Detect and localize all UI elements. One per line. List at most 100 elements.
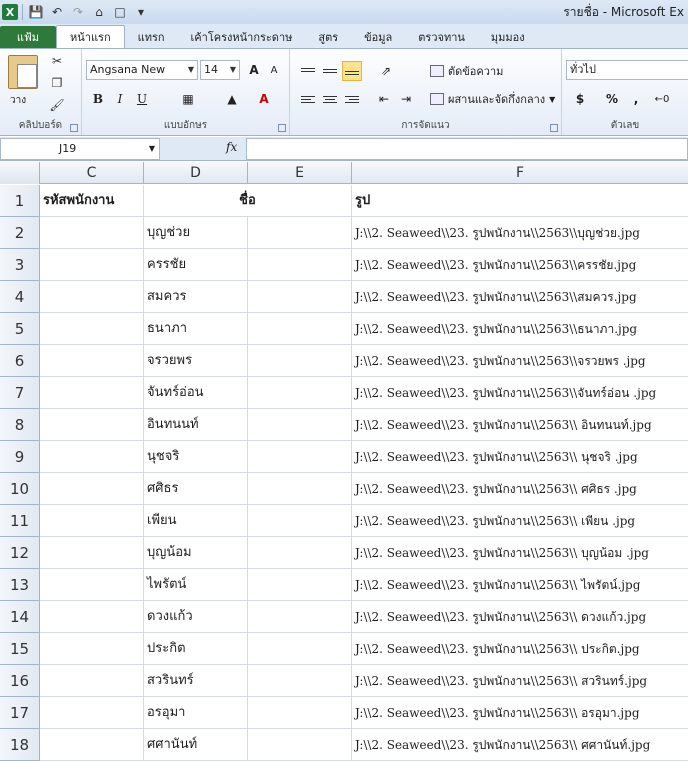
- cut-icon[interactable]: ✂: [48, 53, 66, 69]
- cell-employee-id[interactable]: [40, 409, 144, 441]
- cell-name[interactable]: เพียน: [144, 505, 248, 537]
- cell-picture-path[interactable]: J:\\2. Seaweed\\23. รูปพนักงาน\\2563\\ ศ…: [352, 473, 688, 505]
- percent-button[interactable]: %: [602, 89, 622, 109]
- cell-name[interactable]: นุชจริ: [144, 441, 248, 473]
- undo-icon[interactable]: ↶: [48, 3, 66, 21]
- header-cell-employee-id[interactable]: รหัสพนักงาน: [40, 185, 144, 217]
- borders-icon[interactable]: ▦: [178, 89, 198, 109]
- tab-review[interactable]: ตรวจทาน: [405, 26, 478, 48]
- row-header[interactable]: 13: [0, 569, 40, 601]
- cell-empty-e[interactable]: [248, 729, 352, 761]
- cell-empty-e[interactable]: [248, 505, 352, 537]
- cell-picture-path[interactable]: J:\\2. Seaweed\\23. รูปพนักงาน\\2563\\ ไ…: [352, 569, 688, 601]
- row-header[interactable]: 1: [0, 185, 40, 217]
- cell-empty-e[interactable]: [248, 697, 352, 729]
- increase-indent-icon[interactable]: ⇥: [396, 89, 416, 109]
- chevron-down-icon[interactable]: ▼: [230, 61, 236, 79]
- name-box[interactable]: J19 ▼: [0, 138, 160, 160]
- home-icon[interactable]: ⌂: [90, 3, 108, 21]
- paste-button-label[interactable]: วาง: [10, 93, 26, 108]
- comma-button[interactable]: ,: [626, 89, 646, 109]
- cell-empty-e[interactable]: [248, 249, 352, 281]
- cell-name[interactable]: จันทร์อ่อน: [144, 377, 248, 409]
- grow-font-button[interactable]: A: [244, 60, 264, 80]
- number-format-combo[interactable]: ทั่วไป: [566, 60, 688, 80]
- bold-button[interactable]: B: [88, 89, 108, 109]
- decrease-indent-icon[interactable]: ⇤: [374, 89, 394, 109]
- cell-picture-path[interactable]: J:\\2. Seaweed\\23. รูปพนักงาน\\2563\\ น…: [352, 441, 688, 473]
- copy-icon[interactable]: ❐: [48, 75, 66, 91]
- cell-employee-id[interactable]: [40, 569, 144, 601]
- cell-picture-path[interactable]: J:\\2. Seaweed\\23. รูปพนักงาน\\2563\\ อ…: [352, 409, 688, 441]
- tab-insert[interactable]: แทรก: [125, 26, 178, 48]
- cell-name[interactable]: ประกิต: [144, 633, 248, 665]
- formula-input[interactable]: [246, 138, 688, 160]
- cell-empty-e[interactable]: [248, 313, 352, 345]
- new-doc-icon[interactable]: □: [111, 3, 129, 21]
- cell-name[interactable]: ครรชัย: [144, 249, 248, 281]
- italic-button[interactable]: I: [110, 89, 130, 109]
- merge-center-button[interactable]: ผสานและจัดกึ่งกลาง ▼: [430, 89, 555, 109]
- cell-empty-e[interactable]: [248, 377, 352, 409]
- cell-name[interactable]: สมควร: [144, 281, 248, 313]
- column-header-c[interactable]: C: [40, 162, 144, 184]
- save-icon[interactable]: 💾: [27, 3, 45, 21]
- currency-button[interactable]: $: [570, 89, 590, 109]
- row-header[interactable]: 3: [0, 249, 40, 281]
- cell-name[interactable]: ดวงแก้ว: [144, 601, 248, 633]
- cell-empty-e[interactable]: [248, 537, 352, 569]
- cell-employee-id[interactable]: [40, 665, 144, 697]
- tab-view[interactable]: มุมมอง: [478, 26, 538, 48]
- cell-empty-e[interactable]: [248, 217, 352, 249]
- excel-icon[interactable]: X: [2, 4, 18, 20]
- chevron-down-icon[interactable]: ▼: [549, 95, 555, 104]
- chevron-down-icon[interactable]: ▼: [149, 139, 155, 159]
- row-header[interactable]: 9: [0, 441, 40, 473]
- file-tab[interactable]: แฟ้ม: [0, 26, 56, 48]
- chevron-down-icon[interactable]: ▼: [188, 61, 194, 79]
- row-header[interactable]: 14: [0, 601, 40, 633]
- orientation-icon[interactable]: ⇗: [376, 61, 396, 81]
- cell-empty-e[interactable]: [248, 441, 352, 473]
- row-header[interactable]: 15: [0, 633, 40, 665]
- row-header[interactable]: 12: [0, 537, 40, 569]
- align-middle-icon[interactable]: [320, 61, 340, 81]
- row-header[interactable]: 11: [0, 505, 40, 537]
- row-header[interactable]: 6: [0, 345, 40, 377]
- alignment-launcher-icon[interactable]: [550, 124, 558, 132]
- underline-button[interactable]: U: [132, 89, 152, 109]
- row-header[interactable]: 17: [0, 697, 40, 729]
- cell-picture-path[interactable]: J:\\2. Seaweed\\23. รูปพนักงาน\\2563\\ ป…: [352, 633, 688, 665]
- cell-name[interactable]: ศศิธร: [144, 473, 248, 505]
- cell-empty-e[interactable]: [248, 281, 352, 313]
- align-left-icon[interactable]: [298, 89, 318, 109]
- cell-name[interactable]: ธนาภา: [144, 313, 248, 345]
- align-center-icon[interactable]: [320, 89, 340, 109]
- row-header[interactable]: 10: [0, 473, 40, 505]
- cell-name[interactable]: บุญช่วย: [144, 217, 248, 249]
- select-all-corner[interactable]: [0, 162, 40, 184]
- cell-empty-e[interactable]: [248, 601, 352, 633]
- cell-empty-e[interactable]: [248, 345, 352, 377]
- cell-employee-id[interactable]: [40, 473, 144, 505]
- cell-employee-id[interactable]: [40, 505, 144, 537]
- font-size-combo[interactable]: 14 ▼: [200, 60, 240, 80]
- cell-name[interactable]: ศศานันท์: [144, 729, 248, 761]
- align-bottom-icon[interactable]: [342, 61, 362, 81]
- clipboard-launcher-icon[interactable]: [70, 124, 78, 132]
- tab-formulas[interactable]: สูตร: [305, 26, 351, 48]
- cell-empty-e[interactable]: [248, 665, 352, 697]
- cell-employee-id[interactable]: [40, 537, 144, 569]
- cell-employee-id[interactable]: [40, 281, 144, 313]
- row-header[interactable]: 18: [0, 729, 40, 761]
- format-painter-icon[interactable]: 🖌: [48, 97, 66, 113]
- row-header[interactable]: 4: [0, 281, 40, 313]
- cell-employee-id[interactable]: [40, 345, 144, 377]
- row-header[interactable]: 16: [0, 665, 40, 697]
- font-color-button[interactable]: A: [254, 89, 274, 109]
- cell-picture-path[interactable]: J:\\2. Seaweed\\23. รูปพนักงาน\\2563\\ ส…: [352, 665, 688, 697]
- column-header-f[interactable]: F: [352, 162, 688, 184]
- cell-picture-path[interactable]: J:\\2. Seaweed\\23. รูปพนักงาน\\2563\\ อ…: [352, 697, 688, 729]
- font-name-combo[interactable]: Angsana New ▼: [86, 60, 198, 80]
- cell-picture-path[interactable]: J:\\2. Seaweed\\23. รูปพนักงาน\\2563\\ บ…: [352, 537, 688, 569]
